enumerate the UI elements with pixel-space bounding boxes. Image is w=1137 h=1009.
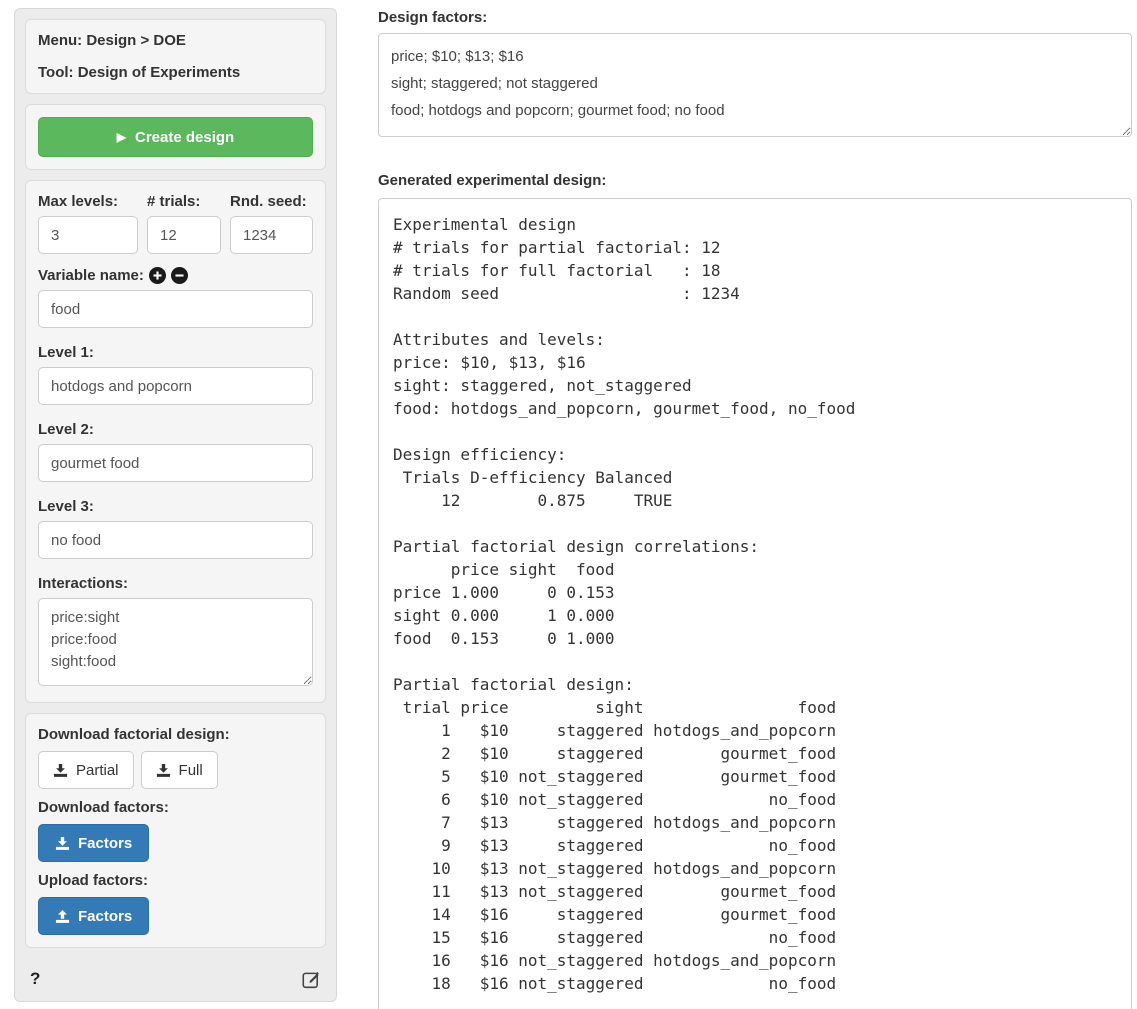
- download-icon: [55, 836, 70, 851]
- remove-variable-button[interactable]: [171, 267, 188, 284]
- play-icon: ▶: [117, 131, 126, 143]
- level-1-input[interactable]: [38, 367, 313, 405]
- max-levels-input[interactable]: [38, 216, 138, 254]
- variable-name-input[interactable]: [38, 290, 313, 328]
- minus-circle-icon: [171, 267, 188, 284]
- download-factors-label: Download factors:: [38, 799, 313, 816]
- sidebar-footer: ?: [25, 969, 326, 991]
- upload-icon: [55, 909, 70, 924]
- num-trials-label: # trials:: [147, 193, 221, 210]
- menu-info-panel: Menu: Design > DOE Tool: Design of Exper…: [25, 19, 326, 94]
- pencil-square-icon: [302, 970, 321, 989]
- experimental-design-output: Experimental design # trials for partial…: [378, 198, 1132, 1009]
- level-3-label: Level 3:: [38, 498, 313, 515]
- variable-name-label: Variable name:: [38, 267, 144, 284]
- download-full-label: Full: [179, 762, 203, 779]
- random-seed-input[interactable]: [230, 216, 313, 254]
- sidebar: Menu: Design > DOE Tool: Design of Exper…: [14, 8, 337, 1002]
- add-variable-button[interactable]: [149, 267, 166, 284]
- interactions-label: Interactions:: [38, 575, 313, 592]
- upload-factors-button-label: Factors: [78, 908, 132, 925]
- design-form-panel: Max levels: # trials: Rnd. seed: Variabl…: [25, 180, 326, 703]
- download-panel: Download factorial design: Partial Full: [25, 713, 326, 948]
- level-2-input[interactable]: [38, 444, 313, 482]
- tool-name: Tool: Design of Experiments: [38, 64, 313, 81]
- download-factors-button[interactable]: Factors: [38, 824, 149, 862]
- upload-factors-label: Upload factors:: [38, 872, 313, 889]
- design-factors-textarea[interactable]: price; $10; $13; $16 sight; staggered; n…: [378, 33, 1132, 137]
- download-full-button[interactable]: Full: [141, 751, 218, 789]
- level-2-label: Level 2:: [38, 421, 313, 438]
- create-design-button[interactable]: ▶ Create design: [38, 117, 313, 157]
- create-design-label: Create design: [135, 129, 234, 146]
- level-1-label: Level 1:: [38, 344, 313, 361]
- level-3-input[interactable]: [38, 521, 313, 559]
- generated-design-label: Generated experimental design:: [378, 172, 1132, 189]
- download-factors-button-label: Factors: [78, 835, 132, 852]
- download-partial-button[interactable]: Partial: [38, 751, 134, 789]
- download-partial-label: Partial: [76, 762, 119, 779]
- design-factors-label: Design factors:: [378, 9, 1132, 26]
- random-seed-label: Rnd. seed:: [230, 193, 313, 210]
- doe-tool-page: Menu: Design > DOE Tool: Design of Exper…: [0, 0, 1137, 1009]
- upload-factors-button[interactable]: Factors: [38, 897, 149, 935]
- edit-report-button[interactable]: [302, 970, 321, 989]
- main-content: Design factors: price; $10; $13; $16 sig…: [378, 0, 1132, 1009]
- num-trials-input[interactable]: [147, 216, 221, 254]
- download-icon: [53, 763, 68, 778]
- max-levels-label: Max levels:: [38, 193, 138, 210]
- download-icon: [156, 763, 171, 778]
- help-button[interactable]: ?: [30, 969, 40, 989]
- menu-breadcrumb: Menu: Design > DOE: [38, 32, 313, 49]
- interactions-textarea[interactable]: price:sight price:food sight:food: [38, 598, 313, 686]
- download-factorial-label: Download factorial design:: [38, 726, 313, 743]
- create-design-panel: ▶ Create design: [25, 104, 326, 170]
- plus-circle-icon: [149, 267, 166, 284]
